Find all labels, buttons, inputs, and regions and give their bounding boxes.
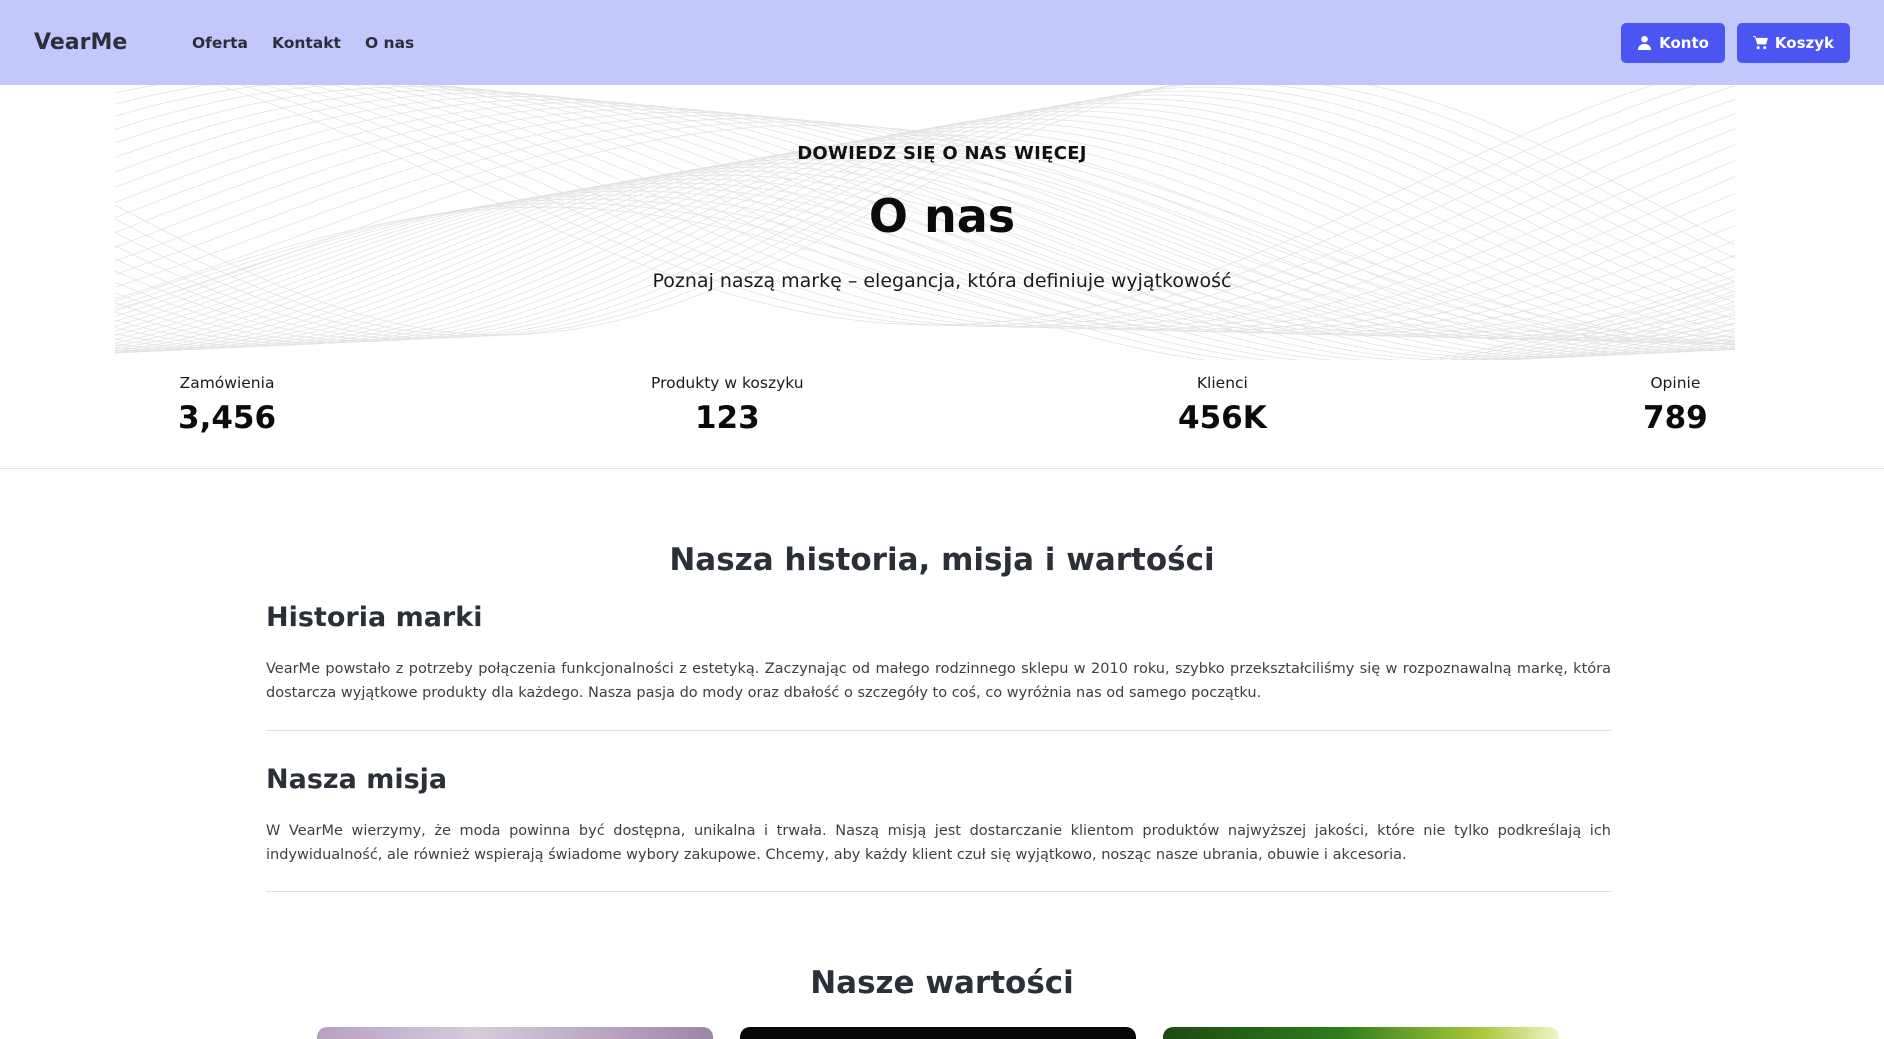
stat-value: 123 <box>694 400 760 436</box>
user-icon <box>1638 35 1652 50</box>
nav-actions: Konto Koszyk <box>1621 22 1850 63</box>
brand-logo[interactable]: VearMe <box>34 30 192 55</box>
stat-orders: Zamówienia 3,456 <box>178 374 276 436</box>
stat-clients: Klienci 456K <box>1178 374 1267 436</box>
stat-label: Produkty w koszyku <box>651 374 804 392</box>
stat-value: 789 <box>1643 400 1708 436</box>
hero-section: DOWIEDZ SIĘ O NAS WIĘCEJ O nas Poznaj na… <box>0 85 1884 360</box>
stat-label: Klienci <box>1196 374 1248 392</box>
cart-button-label: Koszyk <box>1774 33 1834 52</box>
page-title: O nas <box>868 189 1016 243</box>
history-block: Historia marki VearMe powstało z potrzeb… <box>266 602 1611 705</box>
main-nav: Oferta Kontakt O nas <box>192 34 414 52</box>
stat-reviews: Opinie 789 <box>1643 374 1708 436</box>
about-section-title: Nasza historia, misja i wartości <box>669 542 1215 578</box>
wave-line <box>115 138 1735 352</box>
mission-block: Nasza misja W VearMe wierzymy, że moda p… <box>266 764 1611 867</box>
stat-cart-products: Produkty w koszyku 123 <box>651 374 804 436</box>
cart-button[interactable]: Koszyk <box>1736 22 1850 63</box>
cart-icon <box>1752 35 1768 50</box>
mission-title: Nasza misja <box>266 764 448 795</box>
values-section-title: Nasze wartości <box>810 965 1074 1001</box>
stats-bar: Zamówienia 3,456 Produkty w koszyku 123 … <box>0 360 1884 469</box>
divider <box>266 730 1611 731</box>
navbar: VearMe Oferta Kontakt O nas Konto Koszyk <box>0 0 1884 85</box>
mission-text: W VearMe wierzymy, że moda powinna być d… <box>266 823 1611 863</box>
stat-value: 456K <box>1178 400 1267 436</box>
history-text: VearMe powstało z potrzeby połączenia fu… <box>266 661 1611 701</box>
hero-eyebrow: DOWIEDZ SIĘ O NAS WIĘCEJ <box>797 143 1087 164</box>
value-card-image-2[interactable] <box>740 1027 1136 1039</box>
nav-link-oferta[interactable]: Oferta <box>192 34 248 52</box>
account-button[interactable]: Konto <box>1621 22 1725 63</box>
nav-link-o-nas[interactable]: O nas <box>365 34 414 52</box>
history-title: Historia marki <box>266 602 483 633</box>
divider <box>266 891 1611 892</box>
hero-subtitle: Poznaj naszą markę – elegancja, która de… <box>652 270 1232 292</box>
account-button-label: Konto <box>1659 33 1709 52</box>
value-card-image-1[interactable] <box>317 1027 713 1039</box>
stat-value: 3,456 <box>178 400 277 436</box>
value-card-image-3[interactable] <box>1163 1027 1559 1039</box>
stat-label: Zamówienia <box>179 374 275 392</box>
nav-link-kontakt[interactable]: Kontakt <box>272 34 341 52</box>
stat-label: Opinie <box>1650 374 1701 392</box>
